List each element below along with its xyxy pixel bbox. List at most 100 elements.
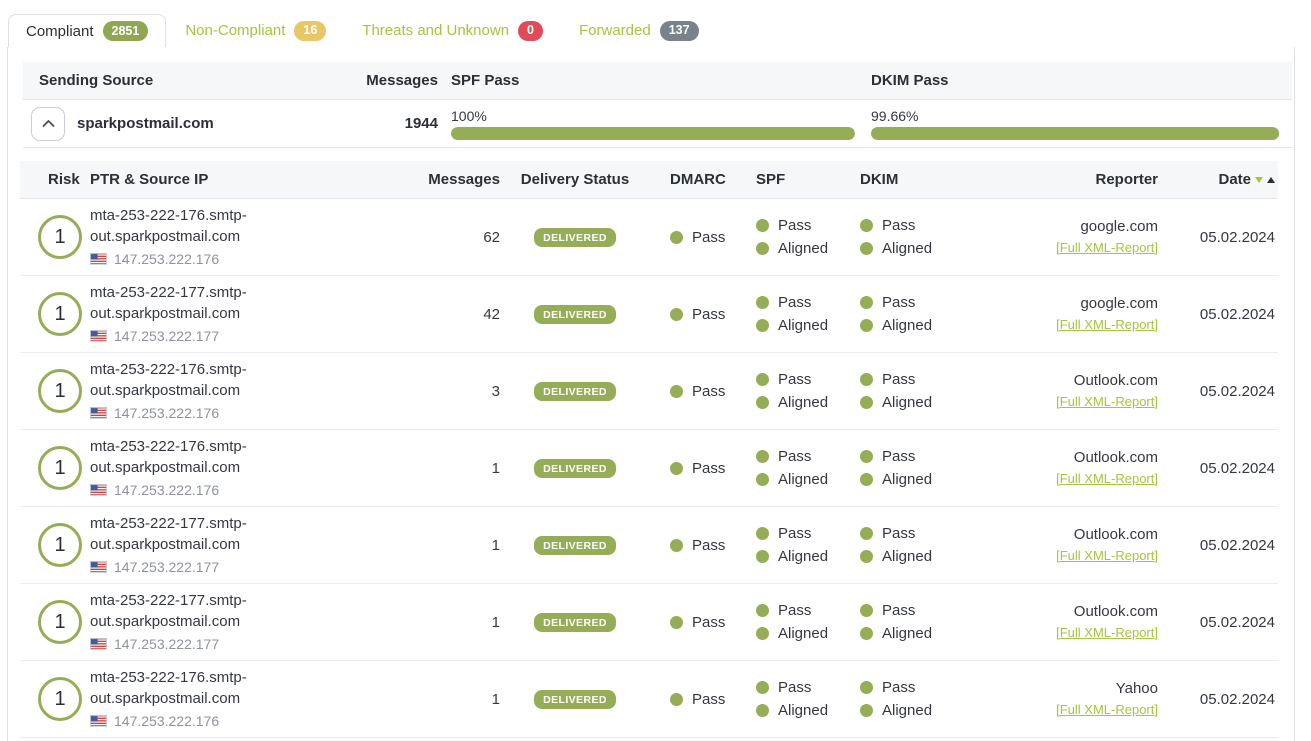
col-detail-messages: Messages: [305, 171, 500, 188]
ptr-hostname: mta-253-222-176.smtp-out.sparkpostmail.c…: [90, 205, 305, 247]
source-ip: 147.253.222.176: [114, 403, 219, 424]
messages-count: 1: [305, 460, 500, 477]
tab-label: Forwarded: [579, 22, 651, 39]
col-dkim-pass: DKIM Pass: [871, 72, 1292, 89]
detail-header: Risk PTR & Source IP Messages Delivery S…: [20, 161, 1278, 199]
full-xml-report-link[interactable]: [Full XML-Report]: [1056, 391, 1158, 412]
dkim-cell: Pass Aligned: [860, 294, 1010, 334]
col-dkim: DKIM: [860, 171, 1010, 188]
sort-desc-icon[interactable]: [1255, 177, 1263, 183]
spf-cell: Pass Aligned: [756, 294, 860, 334]
pass-dot-icon: [860, 396, 873, 409]
full-xml-report-link[interactable]: [Full XML-Report]: [1056, 468, 1158, 489]
dkim-aligned: Aligned: [882, 471, 932, 488]
tab-non-compliant[interactable]: Non-Compliant 16: [168, 14, 343, 47]
tab-threats-and-unknown[interactable]: Threats and Unknown 0: [345, 14, 560, 47]
delivery-cell: DELIVERED: [500, 305, 650, 324]
delivery-cell: DELIVERED: [500, 228, 650, 247]
pass-dot-icon: [756, 627, 769, 640]
reporter-cell: Outlook.com [Full XML-Report]: [1010, 601, 1168, 643]
risk-score-circle: 1: [38, 446, 82, 490]
tab-count-badge: 2851: [103, 21, 149, 41]
delivery-cell: DELIVERED: [500, 690, 650, 709]
reporter-cell: google.com [Full XML-Report]: [1010, 216, 1168, 258]
risk-cell: 1: [20, 446, 90, 490]
source-ip-line: 147.253.222.176: [90, 403, 305, 424]
delivery-status-badge: DELIVERED: [534, 536, 616, 555]
source-ip: 147.253.222.176: [114, 480, 219, 501]
delivery-cell: DELIVERED: [500, 382, 650, 401]
delivery-status-badge: DELIVERED: [534, 382, 616, 401]
pass-dot-icon: [670, 308, 683, 321]
spf-aligned: Aligned: [778, 471, 828, 488]
pass-dot-icon: [756, 296, 769, 309]
col-date-sort[interactable]: Date: [1168, 171, 1278, 188]
col-date-label: Date: [1218, 171, 1251, 188]
reporter-domain: Outlook.com: [1010, 524, 1158, 545]
table-row: 1 mta-253-222-176.smtp-out.sparkpostmail…: [20, 199, 1278, 276]
full-xml-report-link[interactable]: [Full XML-Report]: [1056, 622, 1158, 643]
col-ptr-source-ip: PTR & Source IP: [90, 171, 305, 188]
ptr-hostname: mta-253-222-177.smtp-out.sparkpostmail.c…: [90, 590, 305, 632]
detail-table: Risk PTR & Source IP Messages Delivery S…: [20, 161, 1278, 738]
source-ip-line: 147.253.222.177: [90, 634, 305, 655]
report-date: 05.02.2024: [1168, 614, 1278, 631]
dmarc-cell: Pass: [650, 537, 756, 554]
tab-forwarded[interactable]: Forwarded 137: [562, 14, 716, 47]
pass-dot-icon: [860, 604, 873, 617]
dkim-pass: Pass: [882, 371, 915, 388]
reporter-cell: Outlook.com [Full XML-Report]: [1010, 447, 1168, 489]
report-date: 05.02.2024: [1168, 460, 1278, 477]
reporter-domain: Yahoo: [1010, 678, 1158, 699]
messages-count: 62: [305, 229, 500, 246]
tab-label: Compliant: [26, 23, 94, 40]
sending-source-cell: sparkpostmail.com: [23, 107, 363, 141]
dkim-cell: Pass Aligned: [860, 448, 1010, 488]
us-flag-icon: [90, 330, 107, 342]
pass-dot-icon: [756, 550, 769, 563]
full-xml-report-link[interactable]: [Full XML-Report]: [1056, 699, 1158, 720]
source-ip: 147.253.222.177: [114, 557, 219, 578]
pass-dot-icon: [756, 219, 769, 232]
spf-pass: Pass: [778, 602, 811, 619]
content-card: Sending Source Messages SPF Pass DKIM Pa…: [7, 47, 1295, 741]
us-flag-icon: [90, 407, 107, 419]
messages-count: 3: [305, 383, 500, 400]
spf-cell: Pass Aligned: [756, 448, 860, 488]
dmarc-result: Pass: [692, 460, 725, 477]
dkim-progress-bar: [871, 127, 1280, 140]
delivery-status-badge: DELIVERED: [534, 305, 616, 324]
delivery-status-badge: DELIVERED: [534, 690, 616, 709]
spf-pass-cell: 100%: [438, 107, 871, 140]
spf-pass: Pass: [778, 371, 811, 388]
spf-cell: Pass Aligned: [756, 371, 860, 411]
dkim-aligned: Aligned: [882, 702, 932, 719]
delivery-status-badge: DELIVERED: [534, 228, 616, 247]
pass-dot-icon: [860, 527, 873, 540]
tab-compliant[interactable]: Compliant 2851: [8, 14, 166, 47]
full-xml-report-link[interactable]: [Full XML-Report]: [1056, 237, 1158, 258]
dmarc-cell: Pass: [650, 614, 756, 631]
dkim-aligned: Aligned: [882, 625, 932, 642]
spf-aligned: Aligned: [778, 394, 828, 411]
table-row: 1 mta-253-222-177.smtp-out.sparkpostmail…: [20, 276, 1278, 353]
sort-asc-icon[interactable]: [1267, 177, 1275, 183]
reporter-domain: Outlook.com: [1010, 447, 1158, 468]
tab-bar: Compliant 2851 Non-Compliant 16 Threats …: [0, 0, 1311, 47]
pass-dot-icon: [756, 473, 769, 486]
full-xml-report-link[interactable]: [Full XML-Report]: [1056, 314, 1158, 335]
dkim-cell: Pass Aligned: [860, 525, 1010, 565]
full-xml-report-link[interactable]: [Full XML-Report]: [1056, 545, 1158, 566]
collapse-button[interactable]: [31, 107, 65, 141]
chevron-up-icon: [42, 119, 55, 128]
spf-cell: Pass Aligned: [756, 217, 860, 257]
spf-aligned: Aligned: [778, 702, 828, 719]
pass-dot-icon: [756, 396, 769, 409]
pass-dot-icon: [860, 296, 873, 309]
us-flag-icon: [90, 715, 107, 727]
tab-count-badge: 16: [294, 21, 326, 41]
spf-pass: Pass: [778, 448, 811, 465]
pass-dot-icon: [860, 473, 873, 486]
source-ip-line: 147.253.222.176: [90, 711, 305, 732]
pass-dot-icon: [756, 704, 769, 717]
